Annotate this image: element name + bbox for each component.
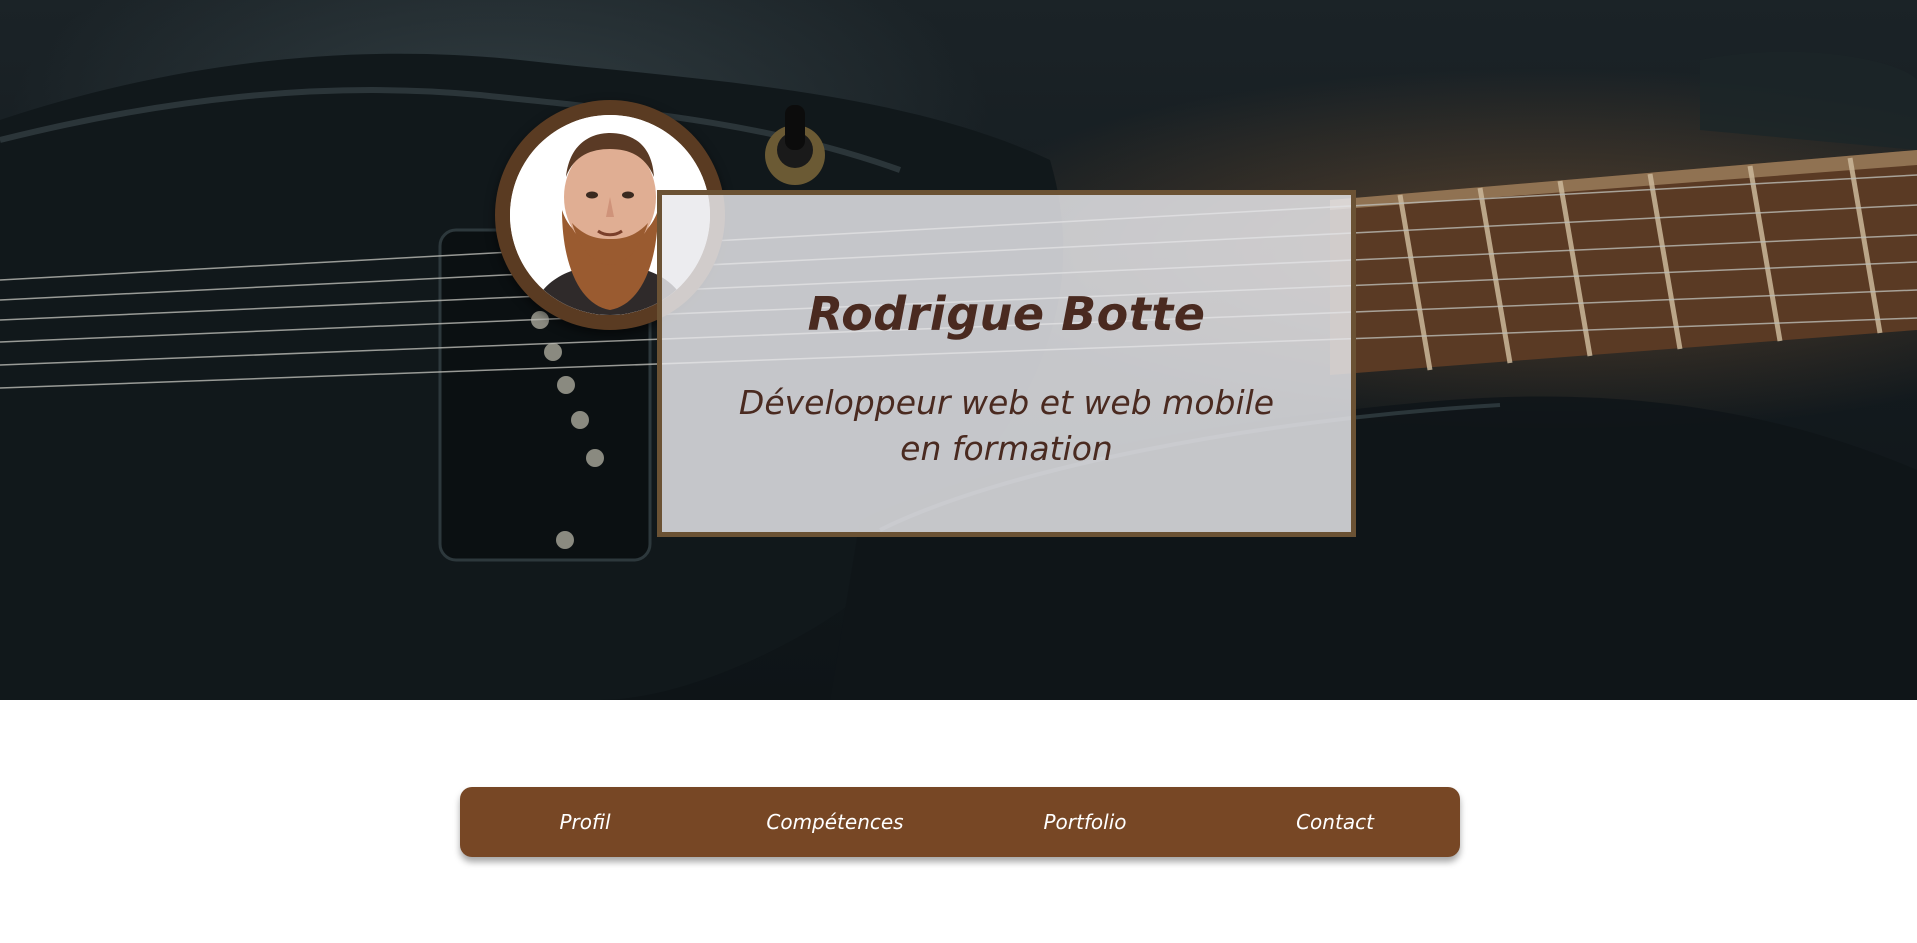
page-title: Rodrigue Botte <box>807 287 1206 341</box>
intro-card: Rodrigue Botte Développeur web et web mo… <box>657 190 1356 537</box>
nav-item-contact[interactable]: Contact <box>1210 810 1460 834</box>
nav-item-portfolio[interactable]: Portfolio <box>960 810 1210 834</box>
nav-item-competences[interactable]: Compétences <box>710 810 960 834</box>
nav-item-profil[interactable]: Profil <box>460 810 710 834</box>
subtitle-line-1: Développeur web et web mobile <box>738 383 1275 422</box>
main-nav: Profil Compétences Portfolio Contact <box>460 787 1460 857</box>
subtitle-line-2: en formation <box>900 429 1113 468</box>
page-subtitle: Développeur web et web mobile en formati… <box>662 380 1351 472</box>
hero-banner: Rodrigue Botte Développeur web et web mo… <box>0 0 1917 700</box>
